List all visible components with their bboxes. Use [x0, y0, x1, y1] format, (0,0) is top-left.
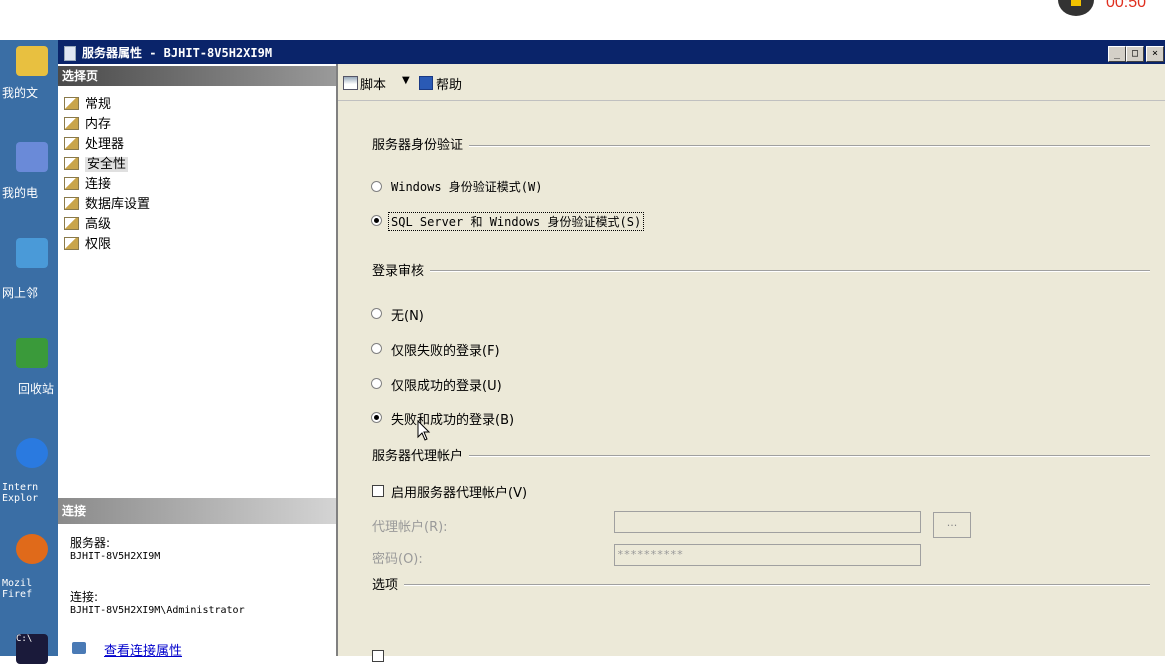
nav-item-permissions[interactable]: 权限 — [64, 236, 111, 253]
audit-success-radio[interactable] — [371, 378, 382, 389]
nav-item-memory[interactable]: 内存 — [64, 116, 111, 133]
audit-both-label[interactable]: 失败和成功的登录(B) — [391, 409, 514, 428]
mouse-cursor-icon — [417, 420, 431, 441]
my-documents-icon[interactable] — [16, 46, 48, 76]
connection-value: BJHIT-8V5H2XI9M\Administrator — [70, 605, 245, 616]
nav-item-label: 权限 — [85, 237, 112, 252]
server-value: BJHIT-8V5H2XI9M — [70, 551, 161, 562]
enable-proxy-label[interactable]: 启用服务器代理帐户(V) — [391, 482, 527, 501]
page-icon — [64, 157, 79, 170]
divider — [372, 145, 1150, 147]
nav-item-database-settings[interactable]: 数据库设置 — [64, 196, 150, 213]
connection-properties-icon — [72, 642, 86, 654]
desktop-label-my-computer: 我的电 — [2, 186, 39, 200]
option-checkbox[interactable] — [372, 650, 384, 662]
divider — [372, 270, 1150, 272]
toolbar — [338, 66, 1165, 101]
desktop-label-firefox: Mozil Firef — [2, 578, 33, 600]
audit-none-radio[interactable] — [371, 308, 382, 319]
desktop-label-ie: Intern Explor — [2, 482, 39, 504]
internet-explorer-icon[interactable] — [16, 438, 48, 468]
my-computer-icon[interactable] — [16, 142, 48, 172]
window-title: 服务器属性 - BJHIT-8V5H2XI9M — [82, 46, 273, 60]
nav-item-security[interactable]: 安全性 — [64, 156, 129, 173]
audit-success-label[interactable]: 仅限成功的登录(U) — [391, 375, 502, 394]
connection-label: 连接: — [70, 590, 99, 604]
recorder-time: 00:50 — [1106, 0, 1147, 11]
password-label: 密码(O): — [372, 552, 423, 567]
page-icon — [64, 197, 79, 210]
mixed-auth-radio[interactable] — [371, 215, 382, 226]
nav-item-label: 高级 — [85, 217, 112, 232]
mixed-auth-label[interactable]: SQL Server 和 Windows 身份验证模式(S) — [388, 212, 645, 231]
desktop-label-network: 网上邻 — [2, 286, 39, 300]
nav-item-general[interactable]: 常规 — [64, 96, 111, 113]
audit-failed-radio[interactable] — [371, 343, 382, 354]
desktop-label-my-documents: 我的文 — [2, 86, 39, 100]
page-icon — [64, 117, 79, 130]
command-prompt-label: C:\ — [16, 634, 33, 644]
browse-button[interactable]: ... — [933, 512, 971, 538]
desktop-strip: 我的文 我的电 网上邻 回收站 Intern Explor Mozil Fire… — [0, 40, 58, 664]
nav-item-label: 连接 — [85, 177, 112, 192]
server-label: 服务器: — [70, 536, 111, 550]
nav-item-label: 内存 — [85, 117, 112, 132]
command-prompt-icon[interactable]: C:\ — [16, 634, 48, 664]
divider — [372, 584, 1150, 586]
recycle-bin-icon[interactable] — [16, 338, 48, 368]
maximize-button[interactable]: □ — [1126, 46, 1144, 62]
page-icon — [64, 237, 79, 250]
proxy-account-label: 代理帐户(R): — [372, 520, 448, 535]
options-heading: 选项 — [372, 574, 405, 593]
windows-auth-label[interactable]: Windows 身份验证模式(W) — [391, 178, 542, 195]
proxy-account-heading: 服务器代理帐户 — [372, 445, 470, 464]
network-places-icon[interactable] — [16, 238, 48, 268]
nav-item-processors[interactable]: 处理器 — [64, 136, 124, 153]
windows-auth-radio[interactable] — [371, 181, 382, 192]
nav-item-label: 安全性 — [85, 157, 129, 172]
enable-proxy-checkbox[interactable] — [372, 485, 384, 497]
firefox-icon[interactable] — [16, 534, 48, 564]
help-icon — [419, 76, 433, 90]
page-icon — [64, 217, 79, 230]
nav-item-advanced[interactable]: 高级 — [64, 216, 111, 233]
page-icon — [64, 177, 79, 190]
window-icon — [64, 46, 76, 61]
help-button[interactable]: 帮助 — [436, 74, 462, 93]
divider — [372, 455, 1150, 457]
script-button[interactable]: 脚本 — [360, 74, 386, 93]
password-input[interactable]: ********** — [614, 544, 921, 566]
audit-failed-label[interactable]: 仅限失败的登录(F) — [391, 340, 500, 359]
audit-both-radio[interactable] — [371, 412, 382, 423]
chevron-down-icon[interactable]: ▼ — [402, 75, 410, 86]
page-icon — [64, 137, 79, 150]
script-icon — [343, 76, 358, 90]
audit-none-label[interactable]: 无(N) — [391, 305, 424, 324]
recorder-icon-inner — [1071, 0, 1081, 6]
view-connection-properties-link[interactable]: 查看连接属性 — [104, 640, 182, 659]
select-page-header: 选择页 — [58, 66, 336, 86]
minimize-button[interactable]: _ — [1108, 46, 1126, 62]
page-icon — [64, 97, 79, 110]
nav-item-label: 处理器 — [85, 137, 125, 152]
screen-recorder-bar — [0, 0, 1165, 40]
connection-header: 连接 — [58, 498, 336, 524]
nav-item-label: 常规 — [85, 97, 112, 112]
close-button[interactable]: × — [1146, 46, 1164, 62]
proxy-account-input[interactable] — [614, 511, 921, 533]
login-auditing-heading: 登录审核 — [372, 260, 431, 279]
nav-item-label: 数据库设置 — [85, 197, 151, 212]
nav-item-connections[interactable]: 连接 — [64, 176, 111, 193]
server-authentication-heading: 服务器身份验证 — [372, 134, 470, 153]
